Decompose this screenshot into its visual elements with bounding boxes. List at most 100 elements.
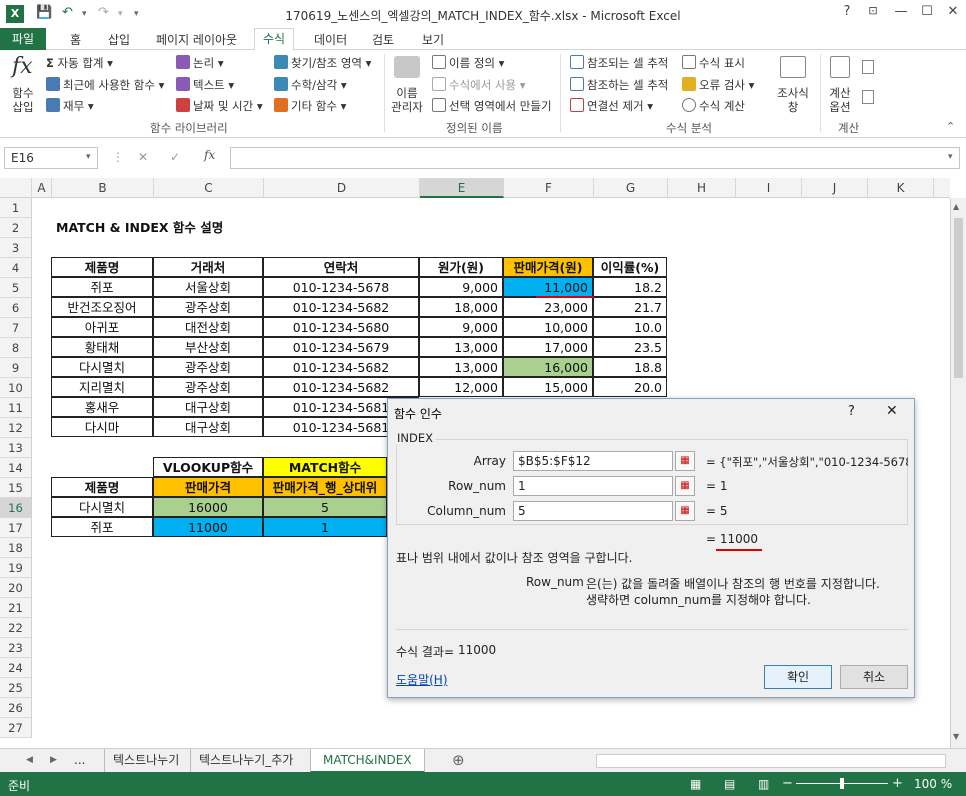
row-header[interactable]: 25 (0, 678, 32, 698)
insert-function-small-icon[interactable]: fx (204, 148, 215, 162)
table-header[interactable]: 제품명 (51, 257, 153, 277)
table-cell[interactable]: 9,000 (419, 317, 503, 337)
tab-insert[interactable]: 삽입 (108, 31, 130, 48)
row-header[interactable]: 13 (0, 438, 32, 458)
lower-cell-match[interactable]: 1 (263, 517, 387, 537)
vlookup-header[interactable]: VLOOKUP함수 (153, 457, 263, 477)
table-cell[interactable]: 010-1234-5680 (263, 317, 419, 337)
column-header-h[interactable]: H (668, 178, 736, 198)
row-header[interactable]: 11 (0, 398, 32, 418)
row-header[interactable]: 9 (0, 358, 32, 378)
row-header[interactable]: 15 (0, 478, 32, 498)
table-cell[interactable]: 17,000 (503, 337, 593, 357)
lookup-reference-button[interactable]: 찾기/참조 영역 ▾ (274, 55, 371, 71)
error-checking-button[interactable]: 오류 검사 ▾ (682, 77, 754, 93)
horizontal-scrollbar[interactable] (596, 754, 946, 768)
column-header-d[interactable]: D (264, 178, 420, 198)
normal-view-icon[interactable]: ▦ (690, 777, 701, 791)
zoom-slider-thumb[interactable] (840, 778, 844, 789)
ribbon-display-button[interactable]: ⊡ (860, 4, 886, 24)
scroll-down-icon[interactable]: ▼ (953, 732, 959, 741)
formula-input[interactable] (230, 147, 960, 169)
name-box-dropdown-icon[interactable]: ▾ (86, 152, 91, 162)
confirm-entry-icon[interactable]: ✓ (170, 150, 180, 164)
row-header[interactable]: 4 (0, 258, 32, 278)
lower-cell-price[interactable]: 11000 (153, 517, 263, 537)
name-box[interactable]: E16 (4, 147, 98, 169)
table-cell[interactable]: 21.7 (593, 297, 667, 317)
sheet-tab-text-split-extra[interactable]: 텍스트나누기_추가 (190, 749, 301, 773)
select-all-corner[interactable] (0, 178, 32, 198)
table-cell[interactable]: 20.0 (593, 377, 667, 397)
lower-header-match[interactable]: 판매가격_행_상대위 (263, 477, 387, 497)
table-cell[interactable]: 대전상회 (153, 317, 263, 337)
lower-cell-name[interactable]: 다시멸치 (51, 497, 153, 517)
table-cell[interactable]: 광주상회 (153, 297, 263, 317)
math-trig-button[interactable]: 수학/삼각 ▾ (274, 77, 347, 93)
lower-header-name[interactable]: 제품명 (51, 477, 153, 497)
cancel-entry-icon[interactable]: ✕ (138, 150, 148, 164)
table-cell[interactable]: 010-1234-5682 (263, 377, 419, 397)
table-cell[interactable]: 13,000 (419, 357, 503, 377)
text-functions-button[interactable]: 텍스트 ▾ (176, 77, 234, 93)
trace-dependents-button[interactable]: 참조하는 셀 추적 (570, 77, 668, 93)
calculate-sheet-icon[interactable] (862, 90, 874, 104)
table-cell[interactable]: 대구상회 (153, 417, 263, 437)
next-sheet-icon[interactable]: ▶ (50, 749, 57, 773)
column-header-a[interactable]: A (32, 178, 52, 198)
table-cell[interactable]: 23,000 (503, 297, 593, 317)
calculate-now-icon[interactable] (862, 60, 874, 74)
row-header[interactable]: 1 (0, 198, 32, 218)
prev-sheet-icon[interactable]: ◀ (26, 749, 33, 773)
table-cell[interactable]: 쥐포 (51, 277, 153, 297)
row-header[interactable]: 20 (0, 578, 32, 598)
row-header[interactable]: 18 (0, 538, 32, 558)
remove-arrows-button[interactable]: 연결선 제거 ▾ (570, 98, 653, 114)
table-cell[interactable]: 10,000 (503, 317, 593, 337)
table-cell[interactable]: 다시마 (51, 417, 153, 437)
expand-formula-icon[interactable]: ▾ (948, 152, 953, 162)
column-header-i[interactable]: I (736, 178, 802, 198)
table-cell[interactable]: 18.8 (593, 357, 667, 377)
column-header-j[interactable]: J (802, 178, 868, 198)
row-header[interactable]: 2 (0, 218, 32, 238)
new-sheet-icon[interactable]: ⊕ (452, 749, 465, 773)
close-button[interactable]: ✕ (940, 4, 966, 24)
sheet-tab-text-split[interactable]: 텍스트나누기 (104, 749, 187, 773)
recent-functions-button[interactable]: 최근에 사용한 함수 ▾ (46, 77, 164, 93)
ok-button[interactable]: 확인 (764, 665, 832, 689)
table-cell[interactable]: 13,000 (419, 337, 503, 357)
row-header[interactable]: 16 (0, 498, 32, 518)
sheet-tab-match-index[interactable]: MATCH&INDEX (310, 749, 425, 773)
tab-formulas[interactable]: 수식 (254, 28, 295, 51)
column-header-c[interactable]: C (154, 178, 264, 198)
row-header[interactable]: 27 (0, 718, 32, 738)
table-cell[interactable]: 대구상회 (153, 397, 263, 417)
table-cell[interactable]: 서울상회 (153, 277, 263, 297)
table-cell[interactable]: 광주상회 (153, 377, 263, 397)
row-header[interactable]: 26 (0, 698, 32, 718)
row-header[interactable]: 22 (0, 618, 32, 638)
column-header-b[interactable]: B (52, 178, 154, 198)
trace-precedents-button[interactable]: 참조되는 셀 추적 (570, 55, 668, 71)
autosum-button[interactable]: Σ 자동 합계 ▾ (46, 55, 113, 71)
name-manager-button[interactable]: 이름 관리자 (388, 86, 426, 114)
help-link[interactable]: 도움말(H) (396, 671, 448, 688)
lower-cell-match[interactable]: 5 (263, 497, 387, 517)
row-header[interactable]: 19 (0, 558, 32, 578)
table-cell[interactable]: 18.2 (593, 277, 667, 297)
table-cell[interactable]: 9,000 (419, 277, 503, 297)
tab-page-layout[interactable]: 페이지 레이아웃 (156, 31, 237, 48)
sheet-title[interactable]: MATCH & INDEX 함수 설명 (52, 218, 352, 238)
table-cell[interactable]: 15,000 (503, 377, 593, 397)
maximize-button[interactable]: ☐ (914, 4, 940, 24)
zoom-level[interactable]: 100 % (914, 777, 952, 791)
table-cell[interactable]: 다시멸치 (51, 357, 153, 377)
column-header-k[interactable]: K (868, 178, 934, 198)
column-num-input[interactable]: 5 (513, 501, 673, 521)
lower-cell-price[interactable]: 16000 (153, 497, 263, 517)
table-cell[interactable]: 홍새우 (51, 397, 153, 417)
dialog-help-button[interactable]: ? (848, 404, 855, 419)
row-header[interactable]: 7 (0, 318, 32, 338)
row-header[interactable]: 17 (0, 518, 32, 538)
